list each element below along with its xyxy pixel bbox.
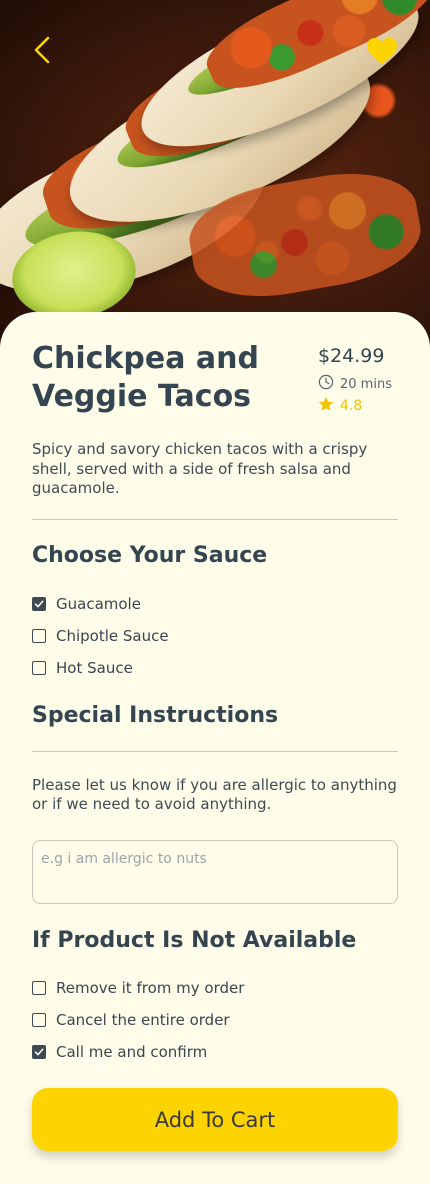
favorite-button[interactable] bbox=[364, 36, 400, 70]
star-icon bbox=[318, 396, 334, 416]
checkbox[interactable] bbox=[32, 1045, 46, 1059]
checkbox[interactable] bbox=[32, 629, 46, 643]
option-remove-from-order[interactable]: Remove it from my order bbox=[32, 979, 244, 997]
heart-icon bbox=[366, 37, 398, 69]
unavailable-section-title: If Product Is Not Available bbox=[32, 928, 357, 953]
instructions-text: Please let us know if you are allergic t… bbox=[32, 776, 397, 813]
sauce-option-hot-sauce[interactable]: Hot Sauce bbox=[32, 659, 133, 677]
option-call-me[interactable]: Call me and confirm bbox=[32, 1043, 207, 1061]
prep-time-label: 20 mins bbox=[340, 376, 392, 392]
product-description: Spicy and savory chicken tacos with a cr… bbox=[32, 440, 368, 497]
product-price: $24.99 bbox=[318, 345, 385, 367]
option-label: Cancel the entire order bbox=[56, 1011, 230, 1029]
chevron-left-icon bbox=[33, 35, 51, 69]
back-button[interactable] bbox=[26, 34, 58, 70]
sauce-section-title: Choose Your Sauce bbox=[32, 543, 268, 568]
checkbox[interactable] bbox=[32, 1013, 46, 1027]
divider bbox=[32, 519, 398, 520]
clock-icon bbox=[318, 374, 334, 394]
product-title: Chickpea and Veggie Tacos bbox=[32, 341, 259, 414]
prep-time: 20 mins bbox=[318, 374, 392, 394]
checkbox[interactable] bbox=[32, 597, 46, 611]
checkbox[interactable] bbox=[32, 661, 46, 675]
checkbox[interactable] bbox=[32, 981, 46, 995]
sauce-option-chipotle[interactable]: Chipotle Sauce bbox=[32, 627, 169, 645]
special-instructions-input[interactable] bbox=[32, 840, 398, 904]
product-rating: 4.8 bbox=[318, 396, 362, 416]
sauce-option-guacamole[interactable]: Guacamole bbox=[32, 595, 141, 613]
rating-value: 4.8 bbox=[340, 398, 363, 414]
sauce-option-label: Chipotle Sauce bbox=[56, 627, 169, 645]
divider bbox=[32, 751, 398, 752]
sauce-option-label: Hot Sauce bbox=[56, 659, 133, 677]
sauce-option-label: Guacamole bbox=[56, 595, 141, 613]
option-cancel-order[interactable]: Cancel the entire order bbox=[32, 1011, 230, 1029]
instructions-section-title: Special Instructions bbox=[32, 703, 279, 728]
option-label: Call me and confirm bbox=[56, 1043, 208, 1061]
add-to-cart-button[interactable]: Add To Cart bbox=[32, 1088, 398, 1151]
option-label: Remove it from my order bbox=[56, 979, 245, 997]
